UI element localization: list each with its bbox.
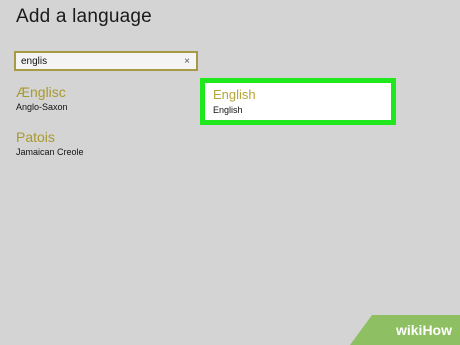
clear-icon[interactable]: ×	[178, 56, 196, 67]
language-item-english[interactable]: English English	[200, 78, 396, 125]
watermark-part2: How	[422, 322, 452, 338]
wikihow-watermark: wiki How	[350, 315, 460, 345]
language-item-patois[interactable]: Patois Jamaican Creole	[16, 129, 84, 157]
language-name: English	[213, 87, 256, 102]
watermark-part1: wiki	[395, 322, 423, 338]
language-item-anglo-saxon[interactable]: Ænglisc Anglo-Saxon	[16, 84, 68, 112]
search-input[interactable]	[16, 53, 178, 69]
search-box[interactable]: ×	[14, 51, 198, 71]
dialog-title: Add a language	[16, 6, 152, 27]
language-name: Patois	[16, 129, 55, 145]
language-native-name: Anglo-Saxon	[16, 102, 68, 112]
language-native-name: Jamaican Creole	[16, 147, 84, 157]
language-name: Ænglisc	[16, 84, 66, 100]
language-native-name: English	[213, 105, 243, 115]
